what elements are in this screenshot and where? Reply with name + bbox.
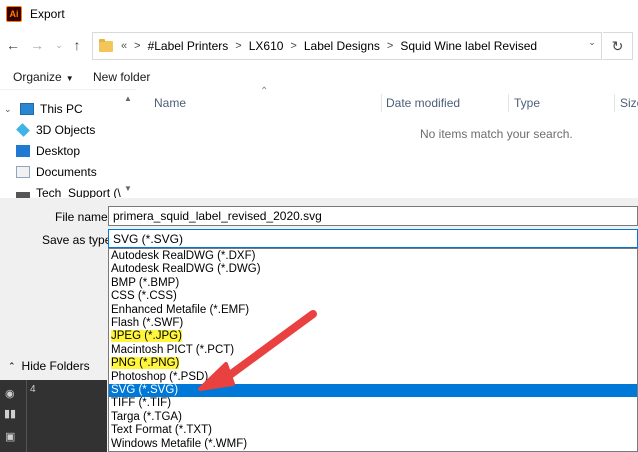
file-type-option[interactable]: Enhanced Metafile (*.EMF) xyxy=(109,304,637,317)
breadcrumb-separator-icon: > xyxy=(235,40,242,52)
filename-input[interactable]: primera_squid_label_revised_2020.svg xyxy=(108,206,638,226)
file-type-option-label: Text Format (*.TXT) xyxy=(111,424,212,437)
scroll-down-arrow-icon[interactable]: ▼ xyxy=(124,184,132,193)
column-divider[interactable] xyxy=(381,94,382,112)
camera-tool-icon[interactable]: ◉ xyxy=(5,387,15,400)
address-bar[interactable]: « > #Label Printers > LX610 > Label Desi… xyxy=(92,32,602,60)
up-arrow-icon[interactable]: ↑ xyxy=(68,36,86,54)
nav-item-desktop[interactable]: Desktop xyxy=(12,141,80,161)
file-type-option[interactable]: BMP (*.BMP) xyxy=(109,277,637,290)
navigation-pane: ⌄ This PC 3D Objects Desktop Documents T… xyxy=(0,92,135,198)
file-type-option-label: Autodesk RealDWG (*.DXF) xyxy=(111,250,256,262)
column-header-size[interactable]: Size xyxy=(620,96,638,110)
organize-button[interactable]: Organize ▼ xyxy=(13,70,74,84)
nav-item-3d-objects[interactable]: 3D Objects xyxy=(12,120,95,140)
folder-icon xyxy=(99,38,113,52)
breadcrumb-separator-icon: > xyxy=(386,40,394,52)
nav-item-label: 3D Objects xyxy=(36,123,96,137)
nav-item-label: Documents xyxy=(36,165,97,179)
file-type-option[interactable]: Autodesk RealDWG (*.DXF) xyxy=(109,250,637,263)
save-as-type-label: Save as type: xyxy=(42,233,115,247)
title-bar: Ai Export xyxy=(0,0,638,28)
file-type-option[interactable]: Macintosh PICT (*.PCT) xyxy=(109,344,637,357)
hide-folders-button[interactable]: ⌃ Hide Folders xyxy=(8,359,90,373)
file-type-option[interactable]: Photoshop (*.PSD) xyxy=(109,371,637,384)
documents-icon xyxy=(16,166,30,178)
breadcrumb-squid-wine-label[interactable]: Squid Wine label Revised xyxy=(400,39,537,53)
forward-arrow-icon[interactable]: → xyxy=(28,36,46,54)
breadcrumb-separator-icon: > xyxy=(290,40,297,52)
file-type-option-label: Photoshop (*.PSD) xyxy=(111,370,209,383)
new-folder-button[interactable]: New folder xyxy=(93,70,150,84)
column-header-type[interactable]: Type xyxy=(514,96,540,110)
caret-down-icon: ▼ xyxy=(65,74,74,83)
cube-icon xyxy=(16,123,30,137)
column-divider[interactable] xyxy=(614,94,615,112)
illustrator-tools-panel: 4 ◉ ▮▮ ▣ xyxy=(0,380,107,452)
column-header-name[interactable]: Name xyxy=(154,96,186,110)
artboard-number: 4 xyxy=(30,384,36,395)
column-header-date-modified[interactable]: Date modified xyxy=(386,96,460,110)
column-divider[interactable] xyxy=(508,94,509,112)
overflow-chevron-icon[interactable]: « xyxy=(121,40,127,52)
address-row: ← → ⌄ ↑ « > #Label Printers > LX610 > La… xyxy=(0,28,638,64)
file-type-option-label: PNG (*.PNG) xyxy=(111,357,180,370)
organize-label: Organize xyxy=(13,70,62,84)
computer-icon xyxy=(20,103,34,115)
file-type-option-label: CSS (*.CSS) xyxy=(111,290,177,303)
file-list: ⌃ Name Date modified Type Size No items … xyxy=(136,86,638,198)
breadcrumb-lx610[interactable]: LX610 xyxy=(249,39,284,53)
file-type-option[interactable]: Text Format (*.TXT) xyxy=(109,424,637,437)
graph-tool-icon[interactable]: ▮▮ xyxy=(4,407,16,420)
nav-item-tech-support[interactable]: Tech_Support (\ xyxy=(12,183,121,198)
file-type-option[interactable]: PNG (*.PNG) xyxy=(109,357,637,370)
collapse-chevron-icon[interactable]: ⌄ xyxy=(4,104,16,115)
illustrator-app-icon: Ai xyxy=(6,6,22,22)
nav-item-this-pc[interactable]: ⌄ This PC xyxy=(0,99,83,119)
export-dialog: Ai Export ← → ⌄ ↑ « > #Label Printers > … xyxy=(0,0,638,452)
breadcrumb-label-printers[interactable]: #Label Printers xyxy=(148,39,229,53)
file-type-option[interactable]: Targa (*.TGA) xyxy=(109,411,637,424)
file-type-option-label: Macintosh PICT (*.PCT) xyxy=(111,343,235,356)
file-type-option[interactable]: TIFF (*.TIF) xyxy=(109,397,637,410)
file-type-option[interactable]: Autodesk RealDWG (*.DWG) xyxy=(109,263,637,276)
file-type-option[interactable]: CSS (*.CSS) xyxy=(109,290,637,303)
file-type-option-label: JPEG (*.JPG) xyxy=(111,330,182,343)
recent-locations-chevron-icon[interactable]: ⌄ xyxy=(50,36,68,54)
panel-divider xyxy=(26,380,27,452)
nav-pane-scrollbar[interactable]: ▲ ▼ xyxy=(121,92,135,198)
breadcrumb-label-designs[interactable]: Label Designs xyxy=(304,39,380,53)
file-type-option[interactable]: Flash (*.SWF) xyxy=(109,317,637,330)
desktop-icon xyxy=(16,145,30,157)
file-type-option-label: BMP (*.BMP) xyxy=(111,276,180,289)
save-as-type-select[interactable]: SVG (*.SVG) xyxy=(108,229,638,248)
back-arrow-icon[interactable]: ← xyxy=(4,36,22,54)
scroll-up-arrow-icon[interactable]: ▲ xyxy=(124,94,132,103)
hide-folders-label: Hide Folders xyxy=(21,359,90,373)
filename-label: File name: xyxy=(55,210,112,224)
file-type-dropdown-list[interactable]: Autodesk RealDWG (*.DXF) Autodesk RealDWG… xyxy=(108,248,638,452)
file-type-option-label: Targa (*.TGA) xyxy=(111,410,182,423)
nav-item-label: This PC xyxy=(40,102,83,116)
empty-results-message: No items match your search. xyxy=(420,127,573,141)
file-type-option-label: TIFF (*.TIF) xyxy=(111,397,172,410)
file-type-option-label: Flash (*.SWF) xyxy=(111,317,184,329)
file-type-option-label: Enhanced Metafile (*.EMF) xyxy=(111,303,250,316)
nav-item-label: Desktop xyxy=(36,144,81,158)
artboard-tool-icon[interactable]: ▣ xyxy=(5,430,15,443)
nav-item-label: Tech_Support (\ xyxy=(36,186,121,198)
file-type-option[interactable]: Windows Metafile (*.WMF) xyxy=(109,438,637,451)
window-title: Export xyxy=(30,7,65,21)
breadcrumb-separator-icon: > xyxy=(134,40,141,52)
nav-item-documents[interactable]: Documents xyxy=(12,162,97,182)
address-dropdown-chevron-icon[interactable]: ⌄ xyxy=(585,35,599,49)
file-type-option-label: SVG (*.SVG) xyxy=(111,384,179,396)
file-type-option-label: Windows Metafile (*.WMF) xyxy=(111,437,248,450)
sort-caret-icon: ⌃ xyxy=(260,86,269,97)
chevron-up-icon: ⌃ xyxy=(8,360,16,371)
file-type-option[interactable]: JPEG (*.JPG) xyxy=(109,330,637,343)
file-type-option[interactable]: SVG (*.SVG) xyxy=(109,384,637,398)
refresh-icon[interactable]: ↻ xyxy=(603,32,633,60)
file-type-option-label: Autodesk RealDWG (*.DWG) xyxy=(111,263,261,276)
